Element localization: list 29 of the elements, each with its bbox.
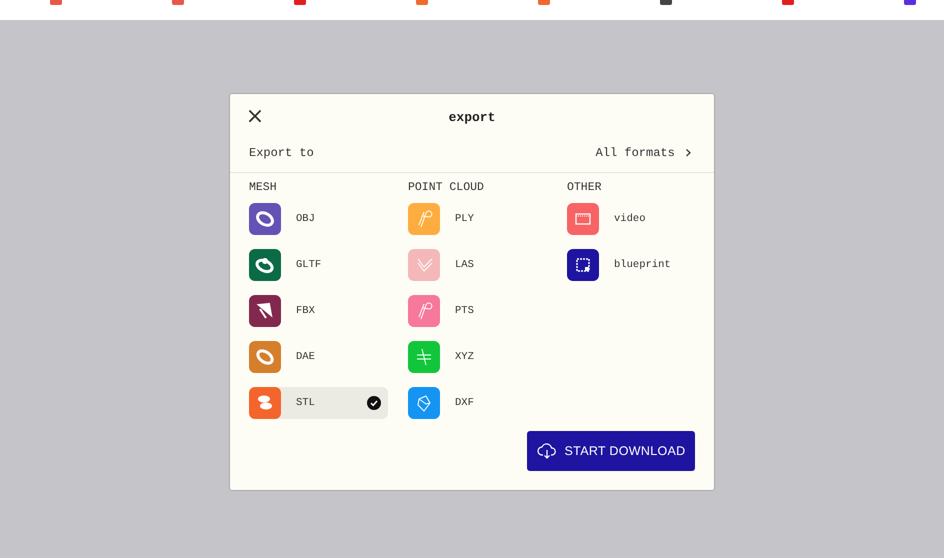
cloud-download-icon [536, 443, 557, 459]
bookmark-icon[interactable] [782, 0, 794, 5]
section-heading: MESH [249, 180, 278, 195]
format-option[interactable]: PTS [408, 295, 547, 327]
format-option[interactable]: LAS [408, 249, 547, 281]
start-download-button[interactable]: START DOWNLOAD [527, 431, 695, 471]
format-option[interactable]: FBX [249, 295, 388, 327]
bookmark-icon[interactable] [294, 0, 306, 5]
bookmark-icon[interactable] [50, 0, 62, 5]
format-option[interactable]: DXF [408, 387, 547, 419]
bookmark-icon[interactable] [660, 0, 672, 5]
section-heading: OTHER [567, 180, 603, 195]
check-icon [367, 396, 381, 410]
close-button[interactable]: × [244, 106, 266, 128]
format-option[interactable]: STL [249, 387, 388, 419]
bookmark-icon[interactable] [904, 0, 916, 5]
format-option[interactable]: blueprint [567, 249, 706, 281]
section-heading: POINT CLOUD [408, 180, 485, 195]
format-option[interactable]: video [567, 203, 706, 235]
format-option[interactable]: XYZ [408, 341, 547, 373]
all-formats-link[interactable]: All formats [596, 146, 675, 160]
format-option[interactable]: PLY [408, 203, 547, 235]
format-option[interactable]: GLTF [249, 249, 388, 281]
format-option[interactable]: DAE [249, 341, 388, 373]
export-to-label: Export to [249, 146, 314, 160]
chevron-icon[interactable]: › [684, 147, 692, 159]
bookmark-icon[interactable] [172, 0, 184, 5]
dialog-title: export [448, 110, 496, 124]
format-option[interactable]: OBJ [249, 203, 388, 235]
